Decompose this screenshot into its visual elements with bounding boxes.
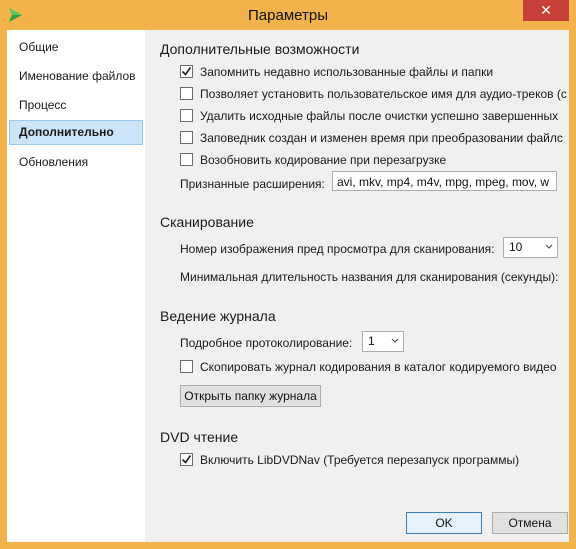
window-title: Параметры bbox=[248, 7, 328, 24]
option-libdvdnav[interactable]: Включить LibDVDNav (Требуется перезапуск… bbox=[180, 452, 519, 468]
chevron-down-icon bbox=[545, 244, 553, 249]
checkbox-custom-audio-names[interactable] bbox=[180, 87, 193, 100]
option-preserve-timestamps[interactable]: Заповедник создан и изменен время при пр… bbox=[180, 130, 563, 146]
checkbox-copy-log[interactable] bbox=[180, 360, 193, 373]
option-custom-audio-names[interactable]: Позволяет установить пользовательское им… bbox=[180, 86, 567, 102]
verbosity-label: Подробное протоколирование: bbox=[180, 336, 353, 350]
section-title-dvd: DVD чтение bbox=[160, 429, 239, 445]
checkbox-preserve-timestamps[interactable] bbox=[180, 131, 193, 144]
verbosity-value: 1 bbox=[368, 334, 375, 348]
option-label: Заповедник создан и изменен время при пр… bbox=[200, 131, 563, 145]
sidebar-item-advanced[interactable]: Дополнительно bbox=[9, 120, 143, 145]
options-window: Параметры ✕ Общие Именование файлов Проц… bbox=[0, 0, 576, 549]
option-delete-source[interactable]: Удалить исходные файлы после очистки усп… bbox=[180, 108, 558, 124]
preview-count-label: Номер изображения пред просмотра для ска… bbox=[180, 242, 495, 256]
dialog-body: Общие Именование файлов Процесс Дополнит… bbox=[7, 30, 569, 542]
sidebar-item-updates[interactable]: Обновления bbox=[9, 150, 143, 175]
cancel-button[interactable]: Отмена bbox=[492, 512, 568, 534]
open-log-folder-button[interactable]: Открыть папку журнала bbox=[180, 385, 321, 407]
checkbox-delete-source[interactable] bbox=[180, 109, 193, 122]
option-label: Позволяет установить пользовательское им… bbox=[200, 87, 567, 101]
settings-panel: Дополнительные возможности Запомнить нед… bbox=[145, 30, 569, 542]
verbosity-select[interactable]: 1 bbox=[362, 331, 404, 352]
min-duration-label: Минимальная длительность названия для ск… bbox=[180, 270, 559, 284]
check-icon bbox=[181, 67, 192, 76]
section-title-advanced: Дополнительные возможности bbox=[160, 41, 360, 57]
sidebar-item-file-naming[interactable]: Именование файлов bbox=[9, 64, 143, 89]
option-label: Включить LibDVDNav (Требуется перезапуск… bbox=[200, 453, 520, 467]
option-resume-encoding[interactable]: Возобновить кодирование при перезагрузке bbox=[180, 152, 446, 168]
checkbox-libdvdnav[interactable] bbox=[180, 453, 193, 466]
option-label: Удалить исходные файлы после очистки усп… bbox=[200, 109, 559, 123]
extensions-label: Признанные расширения: bbox=[180, 177, 325, 191]
option-copy-log[interactable]: Скопировать журнал кодирования в каталог… bbox=[180, 359, 557, 375]
chevron-down-icon bbox=[391, 338, 399, 343]
close-button[interactable]: ✕ bbox=[523, 0, 569, 21]
extensions-input[interactable]: avi, mkv, mp4, m4v, mpg, mpeg, mov, w bbox=[332, 171, 557, 191]
option-label: Скопировать журнал кодирования в каталог… bbox=[200, 360, 557, 374]
title-bar[interactable]: Параметры ✕ bbox=[0, 0, 576, 30]
close-icon: ✕ bbox=[540, 2, 552, 18]
preview-count-value: 10 bbox=[509, 240, 523, 254]
ok-button[interactable]: OK bbox=[406, 512, 482, 534]
sidebar-item-general[interactable]: Общие bbox=[9, 35, 143, 60]
option-label: Запомнить недавно использованные файлы и… bbox=[200, 65, 494, 79]
section-title-logging: Ведение журнала bbox=[160, 308, 276, 324]
preview-count-select[interactable]: 10 bbox=[503, 237, 558, 258]
sidebar-item-process[interactable]: Процесс bbox=[9, 93, 143, 118]
option-label: Возобновить кодирование при перезагрузке bbox=[200, 153, 447, 167]
option-remember-recent[interactable]: Запомнить недавно использованные файлы и… bbox=[180, 64, 493, 80]
sidebar: Общие Именование файлов Процесс Дополнит… bbox=[7, 30, 145, 542]
check-icon bbox=[181, 455, 192, 464]
checkbox-remember-recent[interactable] bbox=[180, 65, 193, 78]
checkbox-resume-encoding[interactable] bbox=[180, 153, 193, 166]
section-title-scanning: Сканирование bbox=[160, 214, 254, 230]
